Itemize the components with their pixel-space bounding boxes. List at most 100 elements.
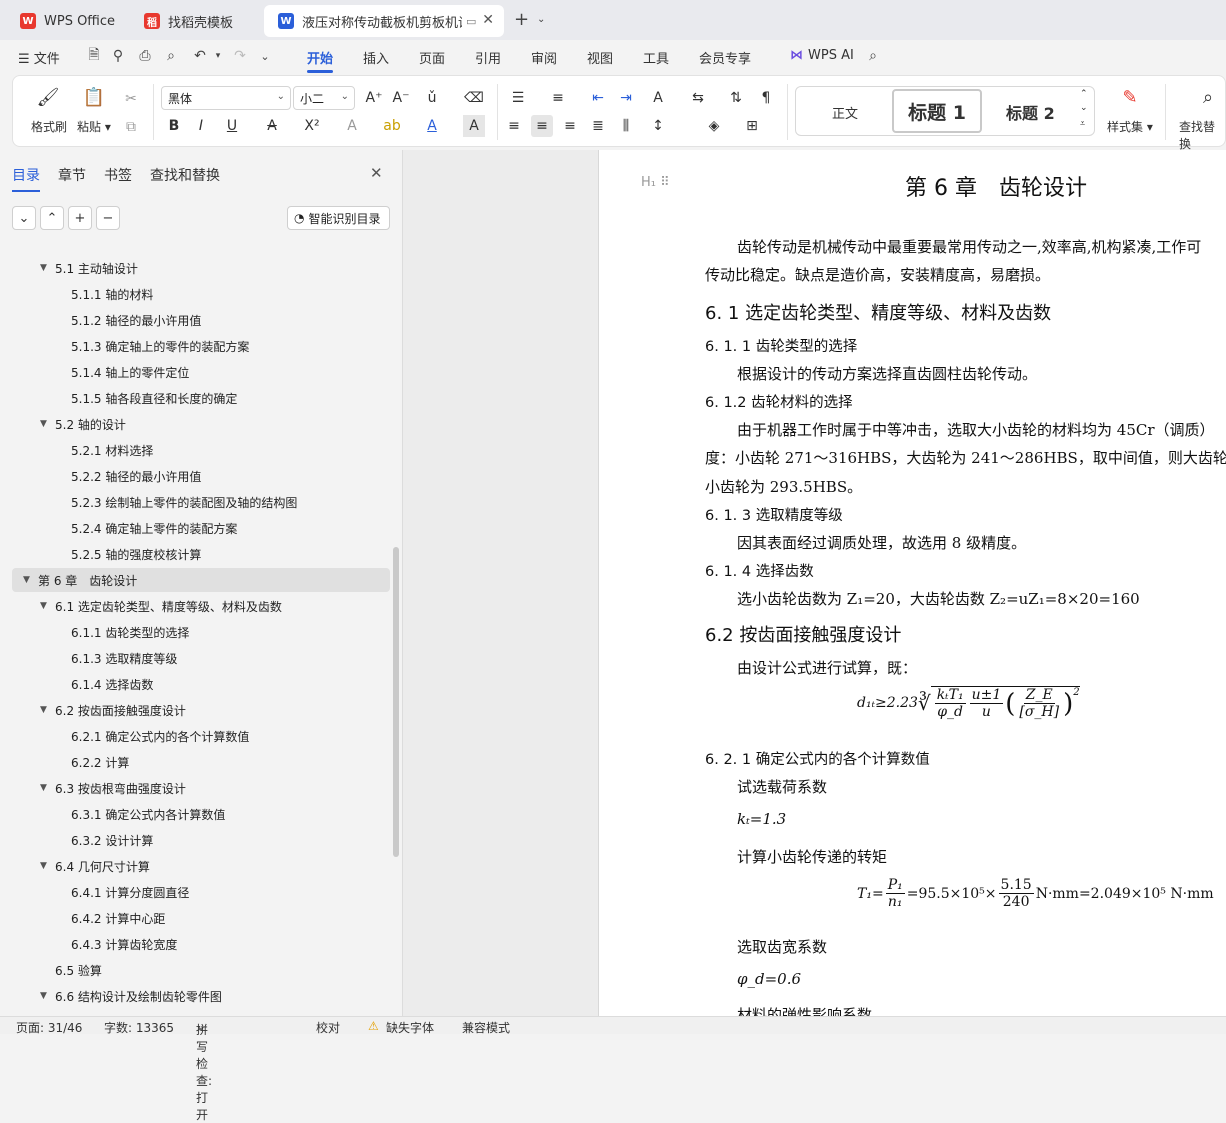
grow-font-icon[interactable]: A⁺ <box>363 87 385 109</box>
redo-icon[interactable]: ↷ <box>230 46 250 66</box>
word-count[interactable]: 字数: 13365 <box>104 1019 174 1036</box>
line-spacing-icon[interactable]: ↕ <box>647 115 669 137</box>
bold-icon[interactable]: B <box>163 115 185 137</box>
toc-item[interactable]: 5.1.4 轴上的零件定位 <box>0 360 390 384</box>
expand-arrow-icon[interactable]: ▼ <box>40 263 47 273</box>
scroll-down-icon[interactable]: ⌄ <box>1080 103 1088 113</box>
toc-item[interactable]: 6.1.4 选择齿数 <box>0 672 390 696</box>
toc-item[interactable]: ▼ 6.1 选定齿轮类型、精度等级、材料及齿数 <box>0 594 390 618</box>
collapse-all-button[interactable]: ⌄ <box>12 206 36 230</box>
tab-bookmarks[interactable]: 书签 <box>104 165 132 185</box>
print-icon[interactable]: ⎙ <box>135 46 155 66</box>
tab-toc[interactable]: 目录 <box>12 165 40 192</box>
toc-item[interactable]: ▼ 5.2 轴的设计 <box>0 412 390 436</box>
toc-item[interactable]: 6.3.2 设计计算 <box>0 828 390 852</box>
toc-item[interactable]: 6.1.1 齿轮类型的选择 <box>0 620 390 644</box>
align-right-icon[interactable]: ≡ <box>559 115 581 137</box>
toc-item[interactable]: 6.4.3 计算齿轮宽度 <box>0 932 390 956</box>
toc-scrollbar[interactable] <box>393 547 399 857</box>
toc-item[interactable]: 5.1.5 轴各段直径和长度的确定 <box>0 386 390 410</box>
undo-dropdown-icon[interactable]: ▾ <box>208 46 228 66</box>
format-painter-icon[interactable]: 🖌 <box>37 86 60 108</box>
toc-item[interactable]: ▼ 6.3 按齿根弯曲强度设计 <box>0 776 390 800</box>
menu-view[interactable]: 视图 <box>587 48 613 67</box>
shrink-font-icon[interactable]: A⁻ <box>390 87 412 109</box>
toc-item[interactable]: 6.4.1 计算分度圆直径 <box>0 880 390 904</box>
font-size-select[interactable]: 小二 ⌄ <box>293 86 355 110</box>
cut-icon[interactable]: ✂ <box>120 88 142 110</box>
copy-icon[interactable]: ⧉ <box>120 116 142 138</box>
expand-arrow-icon[interactable]: ▼ <box>40 705 47 715</box>
style-heading-2[interactable]: 标题 2 <box>1006 100 1055 124</box>
menu-references[interactable]: 引用 <box>475 48 501 67</box>
find-replace-button[interactable]: 查找替换 <box>1179 118 1225 152</box>
menu-home[interactable]: 开始 <box>307 48 334 73</box>
underline-icon[interactable]: U <box>221 115 243 137</box>
smart-toc-button[interactable]: ◔ 智能识别目录 <box>287 206 390 230</box>
save-icon[interactable]: 🗎 <box>84 46 104 66</box>
menu-page[interactable]: 页面 <box>419 48 445 67</box>
toc-item[interactable]: 5.2.1 材料选择 <box>0 438 390 462</box>
menu-review[interactable]: 审阅 <box>531 48 557 67</box>
menu-insert[interactable]: 插入 <box>363 48 389 67</box>
increase-indent-icon[interactable]: ⇥ <box>615 87 637 109</box>
print-preview-icon[interactable]: ⌕ <box>161 46 181 66</box>
bullet-list-icon[interactable]: ☰ <box>507 87 529 109</box>
style-set-icon[interactable]: ✎ <box>1119 86 1141 108</box>
undo-icon[interactable]: ↶ <box>190 46 210 66</box>
find-icon[interactable]: ⌕ <box>1197 86 1219 108</box>
distribute-icon[interactable]: ⫼ <box>615 115 637 137</box>
tab-sections[interactable]: 章节 <box>58 165 86 185</box>
menu-tools[interactable]: 工具 <box>643 48 669 67</box>
expand-arrow-icon[interactable]: ▼ <box>40 991 47 1001</box>
add-heading-button[interactable]: + <box>68 206 92 230</box>
remove-heading-button[interactable]: − <box>96 206 120 230</box>
superscript-icon[interactable]: X² <box>301 115 323 137</box>
toc-item[interactable]: 5.2.2 轴径的最小许用值 <box>0 464 390 488</box>
expand-arrow-icon[interactable]: ▼ <box>23 575 30 585</box>
close-tab-icon[interactable]: ✕ <box>482 12 494 28</box>
tab-list-chevron-icon[interactable]: ⌄ <box>537 14 545 25</box>
tab-daoke-templates[interactable]: 稻 找稻壳模板 <box>130 5 258 37</box>
toc-item[interactable]: 5.1.1 轴的材料 <box>0 282 390 306</box>
spell-check[interactable]: 拼写检查: 打开 ⌄ <box>196 1019 212 1122</box>
expand-arrow-icon[interactable]: ▼ <box>40 861 47 871</box>
tab-document[interactable]: W 液压对称传动截板机剪板机设 ▭ ✕ <box>264 5 504 37</box>
decrease-indent-icon[interactable]: ⇤ <box>587 87 609 109</box>
highlight-icon[interactable]: ab <box>381 115 403 137</box>
toc-item[interactable]: 6.3.1 确定公式内各计算数值 <box>0 802 390 826</box>
proofread[interactable]: 校对 <box>316 1019 340 1036</box>
expand-arrow-icon[interactable]: ▼ <box>40 601 47 611</box>
toc-item[interactable]: 6.2.1 确定公式内的各个计算数值 <box>0 724 390 748</box>
missing-font[interactable]: 缺失字体 <box>386 1019 434 1036</box>
expand-arrow-icon[interactable]: ▼ <box>40 783 47 793</box>
style-normal[interactable]: 正文 <box>832 103 858 122</box>
scroll-up-icon[interactable]: ⌃ <box>1080 89 1088 99</box>
paste-icon[interactable]: 📋 <box>83 86 105 108</box>
style-heading-1[interactable]: 标题 1 <box>892 89 982 133</box>
toc-item[interactable]: 5.1.3 确定轴上的零件的装配方案 <box>0 334 390 358</box>
toc-item[interactable]: 5.1.2 轴径的最小许用值 <box>0 308 390 332</box>
close-pane-icon[interactable]: ✕ <box>370 164 383 182</box>
expand-arrow-icon[interactable]: ▼ <box>40 419 47 429</box>
toc-item-current[interactable]: ▼ 第 6 章 齿轮设计 <box>12 568 390 592</box>
toc-item[interactable]: 5.2.3 绘制轴上零件的装配图及轴的结构图 <box>0 490 390 514</box>
toc-item[interactable]: 6.1.3 选取精度等级 <box>0 646 390 670</box>
border-icon[interactable]: ⊞ <box>741 115 763 137</box>
share-icon[interactable]: ⚲ <box>108 46 128 66</box>
shading-icon[interactable]: ◈ <box>703 115 725 137</box>
toc-item[interactable]: 5.2.4 确定轴上零件的装配方案 <box>0 516 390 540</box>
clear-format-icon[interactable]: ⌫ <box>463 87 485 109</box>
search-icon[interactable]: ⌕ <box>863 46 883 66</box>
numbered-list-icon[interactable]: ≡ <box>547 87 569 109</box>
toc-item[interactable]: 6.5 验算 <box>0 958 390 982</box>
expand-gallery-icon[interactable]: ⩡ <box>1080 119 1085 129</box>
font-name-select[interactable]: 黑体 ⌄ <box>161 86 291 110</box>
file-menu[interactable]: ☰ 文件 <box>18 48 60 67</box>
toc-item[interactable]: ▼ 6.2 按齿面接触强度设计 <box>0 698 390 722</box>
wps-ai-button[interactable]: ⋈ WPS AI <box>790 48 854 63</box>
new-tab-button[interactable]: + <box>514 9 529 30</box>
toc-item[interactable]: ▼ 5.1 主动轴设计 <box>0 256 390 280</box>
strikethrough-icon[interactable]: A <box>261 115 283 137</box>
text-effect-icon[interactable]: A <box>341 115 363 137</box>
